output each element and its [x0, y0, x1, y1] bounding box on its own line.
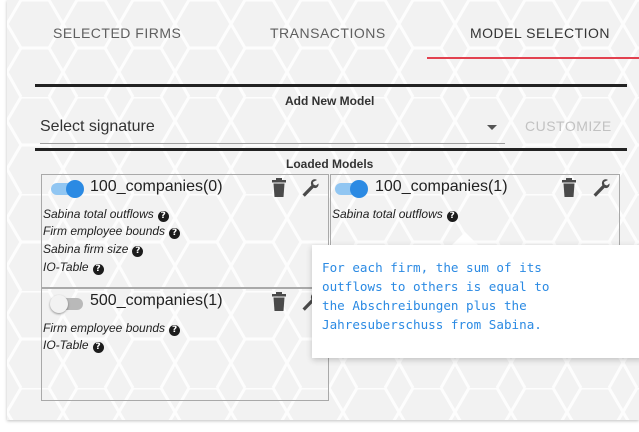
constraint-item: Sabina total outflows?: [332, 207, 458, 222]
model-enable-toggle[interactable]: [51, 180, 84, 198]
question-circle-icon[interactable]: ?: [92, 264, 104, 275]
tab-selected-firms[interactable]: SELECTED FIRMS: [53, 25, 181, 41]
model-enable-toggle[interactable]: [50, 295, 83, 313]
model-card: 100_companies(0) Sabina total outflows? …: [41, 174, 329, 288]
caret-down-icon: [487, 125, 497, 130]
trash-icon[interactable]: [270, 292, 288, 312]
tooltip-arrow: [452, 232, 478, 245]
question-circle-icon[interactable]: ?: [446, 211, 458, 222]
model-name: 100_companies(1): [375, 178, 508, 195]
tooltip-text: For each firm, the sum of its outflows t…: [322, 260, 550, 332]
tab-transactions[interactable]: TRANSACTIONS: [270, 25, 386, 41]
model-name: 500_companies(1): [90, 292, 223, 309]
model-panel: SELECTED FIRMS TRANSACTIONS MODEL SELECT…: [7, 0, 639, 420]
constraint-item: Firm employee bounds?: [43, 224, 181, 239]
wrench-icon[interactable]: [592, 178, 610, 198]
customize-button[interactable]: CUSTOMIZE: [525, 118, 612, 134]
question-circle-icon[interactable]: ?: [92, 342, 104, 353]
trash-icon[interactable]: [560, 178, 578, 198]
wrench-icon[interactable]: [301, 178, 319, 198]
constraint-tooltip: For each firm, the sum of its outflows t…: [312, 245, 639, 358]
loaded-models-divider: [35, 148, 627, 151]
model-name: 100_companies(0): [90, 178, 223, 195]
tab-bar: SELECTED FIRMS TRANSACTIONS MODEL SELECT…: [7, 0, 639, 60]
toggle-knob: [66, 180, 84, 198]
tab-model-selection[interactable]: MODEL SELECTION: [470, 25, 610, 41]
signature-select[interactable]: Select signature: [40, 113, 505, 144]
add-model-title: Add New Model: [285, 94, 375, 108]
toggle-knob: [350, 180, 368, 198]
constraint-item: Firm employee bounds?: [43, 321, 181, 336]
toggle-knob: [50, 295, 68, 313]
signature-select-label: Select signature: [40, 118, 155, 135]
model-enable-toggle[interactable]: [335, 180, 368, 198]
constraint-item: IO-Table?: [43, 260, 104, 275]
constraint-item: Sabina total outflows?: [43, 207, 169, 222]
constraint-item: Sabina firm size?: [43, 242, 144, 257]
question-circle-icon[interactable]: ?: [157, 211, 169, 222]
question-circle-icon[interactable]: ?: [169, 228, 181, 239]
loaded-models-title: Loaded Models: [286, 157, 374, 171]
question-circle-icon[interactable]: ?: [169, 325, 181, 336]
app-frame: SELECTED FIRMS TRANSACTIONS MODEL SELECT…: [0, 0, 639, 432]
trash-icon[interactable]: [270, 178, 288, 198]
question-circle-icon[interactable]: ?: [132, 246, 144, 257]
model-card: 500_companies(1) Firm employee bounds? I…: [41, 288, 329, 401]
active-tab-indicator: [427, 57, 639, 59]
add-model-divider: [35, 84, 627, 87]
constraint-item: IO-Table?: [43, 338, 104, 353]
